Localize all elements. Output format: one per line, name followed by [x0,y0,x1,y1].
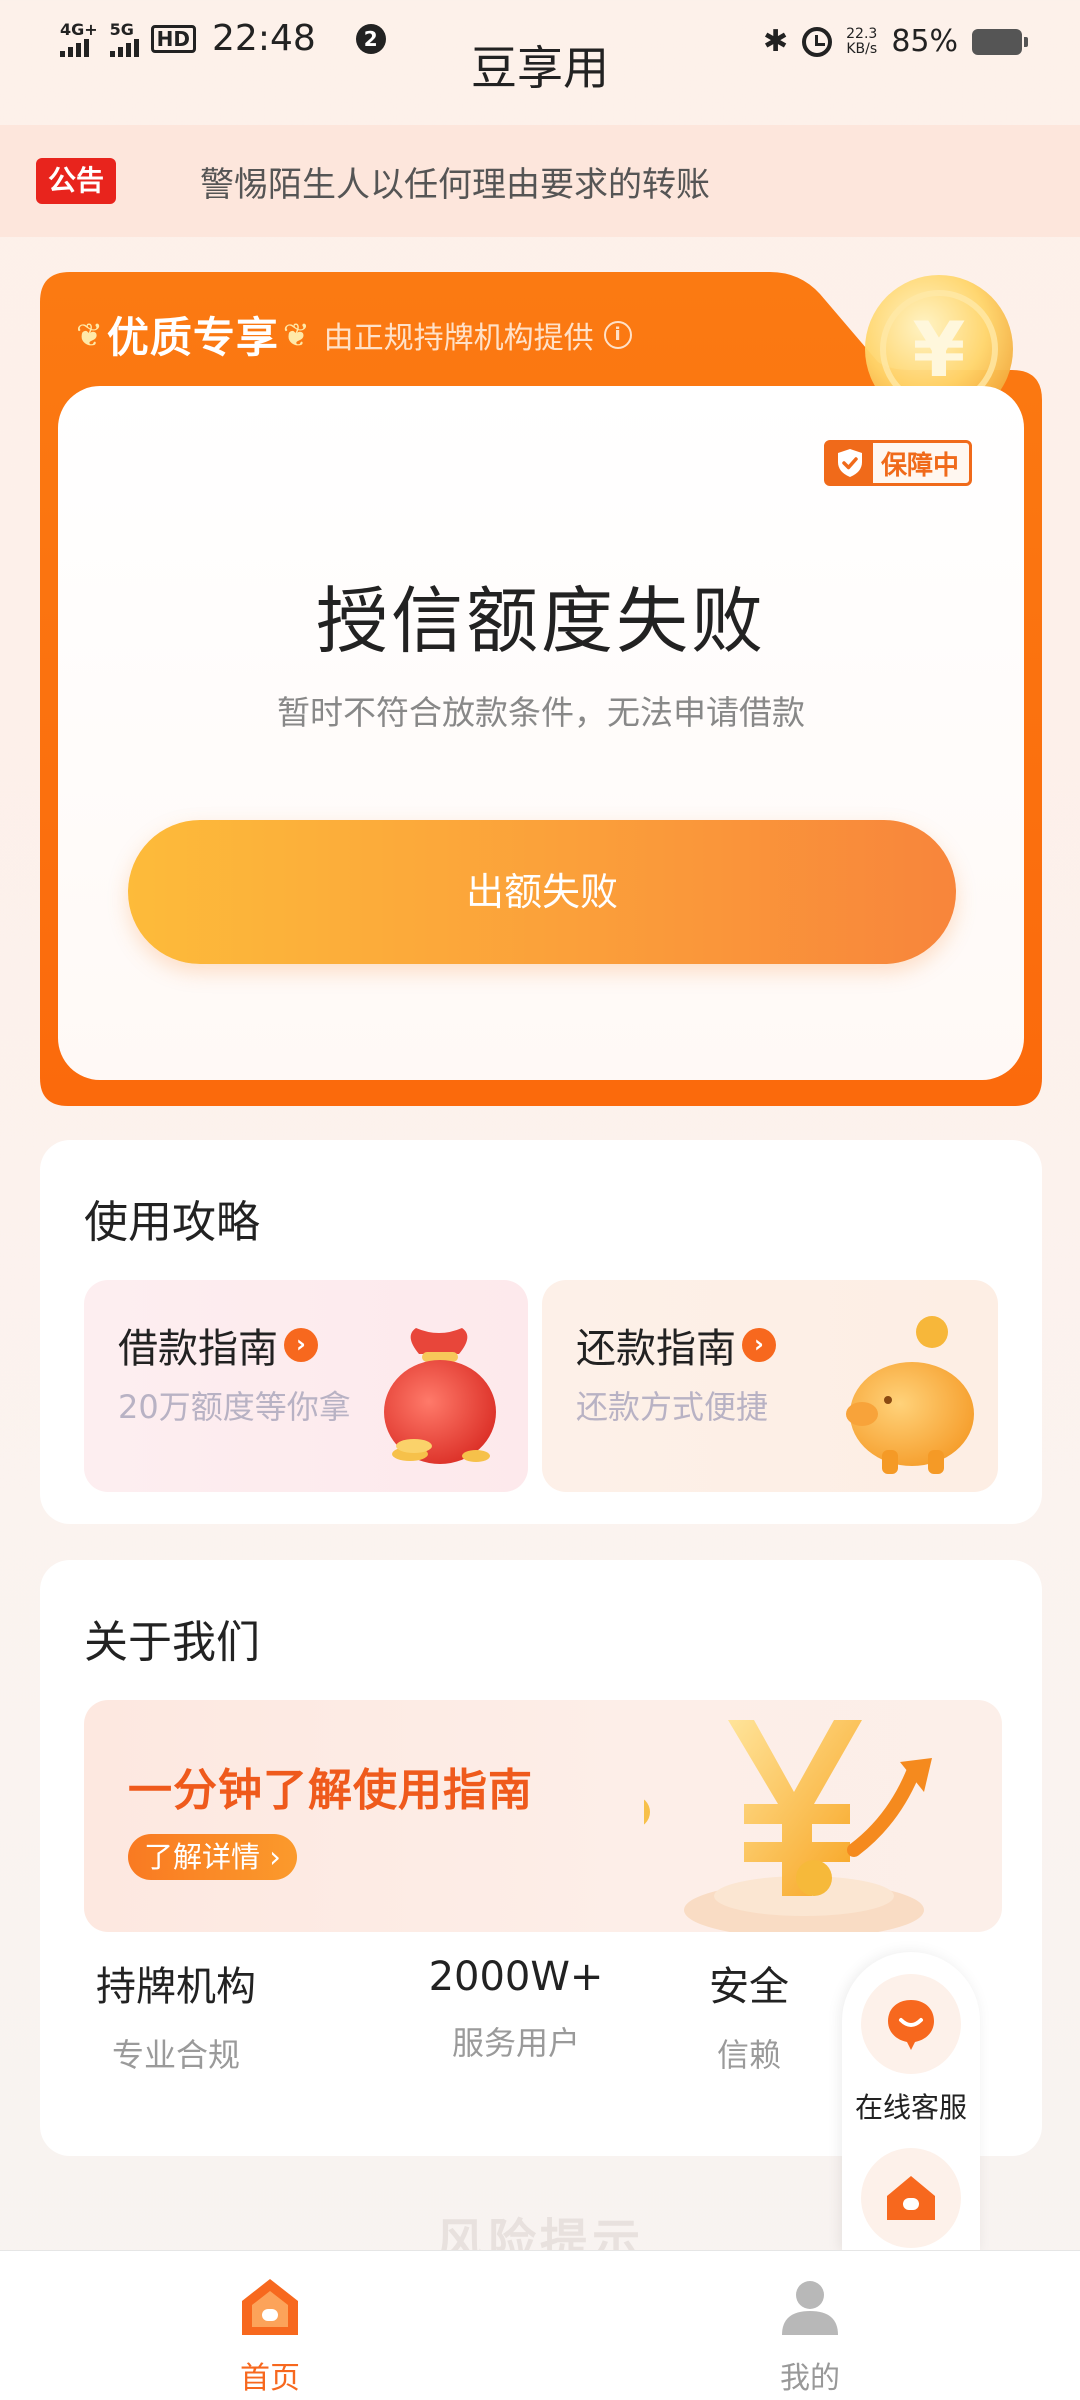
net-speed: 22.3 KB/s [846,25,878,57]
credit-card-panel: ❦ 优质专享 ❦ 由正规持牌机构提供 i ¥ 保障中 授信额度失败 暂时不符合放… [40,272,1042,1106]
tab-label: 首页 [240,2361,300,2396]
svg-text:¥: ¥ [913,305,966,394]
protection-badge: 保障中 [823,440,972,486]
stat-label: 信赖 [716,2036,781,2074]
notice-text: 警惕陌生人以任何理由要求的转账 [200,164,710,205]
user-icon [782,2281,838,2335]
guide-section: 使用攻略 借款指南 › 20万额度等你拿 还款指南 › 还款方式便捷 [40,1140,1042,1524]
stat-label: 专业合规 [111,2036,240,2074]
info-icon[interactable]: i [603,320,632,349]
guide-tile-title: 借款指南 [118,1326,278,1372]
credit-failed-button[interactable]: 出额失败 [128,820,956,964]
battery-percent: 85% [891,24,958,59]
online-service-button[interactable] [861,1974,961,2074]
yuan-sign-icon [644,1720,932,1932]
home-shortcut-button[interactable] [861,2148,961,2248]
tab-label: 我的 [780,2361,840,2396]
banner-title: 一分钟了解使用指南 [128,1765,533,1816]
net-speed-unit: KB/s [846,40,878,57]
guide-tile-title: 还款指南 [576,1326,736,1372]
home-icon [887,2176,935,2220]
bluetooth-icon: ✱ [763,24,789,59]
chevron-right-icon: › [284,1328,318,1362]
bottom-tab-bar: 首页 我的 [0,2250,1080,2400]
stat-value: 安全 [709,1964,789,2010]
stat-users: 2000W+ 服务用户 [366,1954,666,2064]
battery-icon [972,28,1028,55]
net-speed-value: 22.3 [846,25,878,42]
notice-bar[interactable]: 公告 警惕陌生人以任何理由要求的转账 [0,125,1080,237]
online-service-label: 在线客服 [854,2091,967,2124]
stat-safety: 安全 信赖 [694,1954,804,2076]
guide-banner[interactable]: 一分钟了解使用指南 了解详情 › [84,1700,1002,1932]
badge-label: 保障中 [880,450,959,481]
learn-more-button[interactable]: 了解详情 › [128,1834,297,1880]
hero-title: 优质专享 [106,313,279,362]
credit-status-card: 保障中 授信额度失败 暂时不符合放款条件，无法申请借款 出额失败 [58,386,1024,1080]
chat-bubble-icon [888,2000,934,2050]
learn-more-label: 了解详情 [144,1840,261,1874]
stat-value: 持牌机构 [96,1964,256,2010]
alarm-icon [802,26,833,57]
money-bag-icon [384,1328,496,1464]
status-bar: 4G+ 5G HD 22:48 2 豆享用 ✱ 22.3 KB/s 85% [0,0,1080,125]
shield-check-icon [826,443,873,483]
borrow-guide-tile[interactable]: 借款指南 › 20万额度等你拿 [84,1280,528,1492]
tab-mine[interactable]: 我的 [540,2251,1080,2400]
tab-home[interactable]: 首页 [0,2251,540,2400]
hero-subtitle: 由正规持牌机构提供 [323,320,594,356]
section-title: 关于我们 [84,1617,260,1668]
guide-tile-subtitle: 还款方式便捷 [576,1388,769,1426]
home-icon [242,2279,298,2335]
floating-service-panel: 在线客服 [842,1952,980,2252]
stat-value: 2000W+ [428,1954,604,2000]
stat-licensed: 持牌机构 专业合规 [26,1954,326,2076]
notice-tag: 公告 [36,158,116,204]
credit-status-desc: 暂时不符合放款条件，无法申请借款 [277,693,805,732]
chevron-right-icon: › [742,1328,776,1362]
guide-tile-subtitle: 20万额度等你拿 [118,1388,351,1426]
laurel-right-icon: ❦ [282,315,310,354]
repay-guide-tile[interactable]: 还款指南 › 还款方式便捷 [542,1280,998,1492]
chevron-right-icon: › [269,1840,281,1874]
stat-label: 服务用户 [451,2024,580,2062]
laurel-left-icon: ❦ [76,315,103,354]
credit-status-title: 授信额度失败 [315,579,766,663]
piggy-bank-icon [846,1316,974,1474]
section-title: 使用攻略 [84,1197,260,1248]
